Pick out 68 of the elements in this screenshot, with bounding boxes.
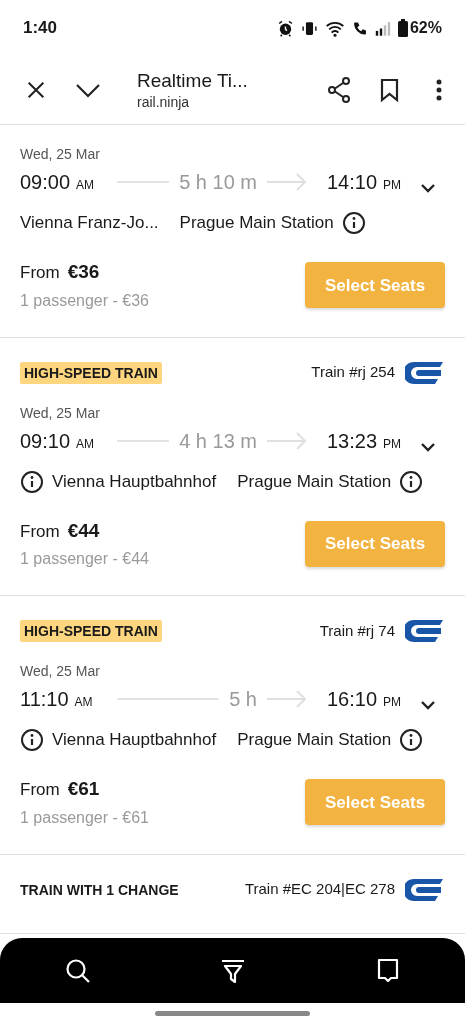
page-title: Realtime Ti... bbox=[137, 69, 249, 93]
departure-period: AM bbox=[76, 435, 95, 453]
select-seats-button[interactable]: Select Seats bbox=[305, 520, 445, 567]
train-number: Train #EC 204|EC 278 bbox=[244, 879, 395, 900]
search-button[interactable] bbox=[63, 956, 92, 985]
departure-time: 11:10 bbox=[20, 687, 69, 712]
arrival-time: 14:10 bbox=[327, 170, 378, 195]
info-icon[interactable] bbox=[341, 211, 366, 235]
trip-duration: 5 h bbox=[228, 687, 258, 712]
signal-icon bbox=[374, 19, 391, 37]
wifi-icon bbox=[324, 19, 345, 37]
arrival-station: Prague Main Station bbox=[237, 470, 392, 493]
select-seats-button[interactable]: Select Seats bbox=[305, 779, 445, 826]
alarm-icon bbox=[276, 19, 294, 37]
travel-date: Wed, 25 Mar bbox=[20, 403, 101, 422]
price-label: From bbox=[20, 779, 60, 801]
operator-logo bbox=[405, 359, 445, 386]
price: €36 bbox=[67, 260, 100, 284]
departure-station: Vienna Hauptbahnhof bbox=[52, 729, 217, 752]
arrow-icon bbox=[267, 431, 307, 450]
travel-date: Wed, 25 Mar bbox=[20, 145, 101, 163]
trip-duration: 5 h 10 m bbox=[178, 170, 258, 195]
arrow-icon bbox=[267, 690, 307, 708]
expand-button[interactable] bbox=[419, 181, 437, 195]
arrival-station: Prague Main Station bbox=[179, 212, 334, 235]
passenger-price: 1 passenger - €44 bbox=[20, 549, 149, 569]
arrival-period: PM bbox=[383, 177, 402, 194]
travel-date: Wed, 25 Mar bbox=[20, 662, 101, 680]
operator-logo bbox=[405, 876, 445, 903]
arrival-time: 16:10 bbox=[327, 687, 378, 712]
operator-logo bbox=[405, 618, 445, 644]
clock-time: 1:40 bbox=[23, 17, 58, 40]
departure-time: 09:10 bbox=[20, 428, 71, 454]
train-type-tag: HIGH-SPEED TRAIN bbox=[20, 620, 162, 642]
price: €61 bbox=[67, 777, 100, 801]
share-button[interactable] bbox=[326, 76, 352, 104]
price-label: From bbox=[20, 262, 60, 284]
arrival-station: Prague Main Station bbox=[237, 729, 392, 752]
info-icon[interactable] bbox=[20, 728, 44, 752]
info-icon[interactable] bbox=[399, 728, 424, 752]
battery-icon bbox=[397, 19, 408, 37]
price: €44 bbox=[67, 518, 100, 543]
arrival-period: PM bbox=[383, 435, 402, 453]
page-url: rail.ninja bbox=[137, 93, 191, 111]
train-number: Train #rj 74 bbox=[319, 620, 395, 641]
train-number: Train #rj 254 bbox=[311, 362, 395, 383]
departure-time: 09:00 bbox=[20, 170, 71, 195]
info-icon[interactable] bbox=[20, 469, 44, 494]
passenger-price: 1 passenger - €36 bbox=[20, 290, 149, 311]
arrow-icon bbox=[267, 173, 307, 191]
departure-station: Vienna Hauptbahnhof bbox=[52, 470, 217, 493]
arrival-time: 13:23 bbox=[327, 428, 378, 454]
train-type-tag: HIGH-SPEED TRAIN bbox=[20, 361, 162, 384]
departure-period: AM bbox=[74, 694, 93, 711]
expand-button[interactable] bbox=[419, 698, 437, 712]
departure-period: AM bbox=[76, 177, 95, 194]
train-type-tag: TRAIN WITH 1 CHANGE bbox=[20, 879, 179, 900]
battery-percentage: 62% bbox=[409, 18, 442, 38]
bookmark-button[interactable] bbox=[379, 77, 399, 103]
price-label: From bbox=[20, 520, 60, 543]
info-icon[interactable] bbox=[399, 469, 424, 494]
departure-station: Vienna Franz-Jo... bbox=[20, 212, 159, 235]
trip-duration: 4 h 13 m bbox=[178, 428, 258, 454]
select-seats-button[interactable]: Select Seats bbox=[305, 262, 445, 309]
more-options-button[interactable] bbox=[435, 78, 443, 102]
vibrate-icon bbox=[300, 19, 318, 37]
passenger-price: 1 passenger - €61 bbox=[20, 807, 149, 828]
arrival-period: PM bbox=[383, 694, 402, 711]
